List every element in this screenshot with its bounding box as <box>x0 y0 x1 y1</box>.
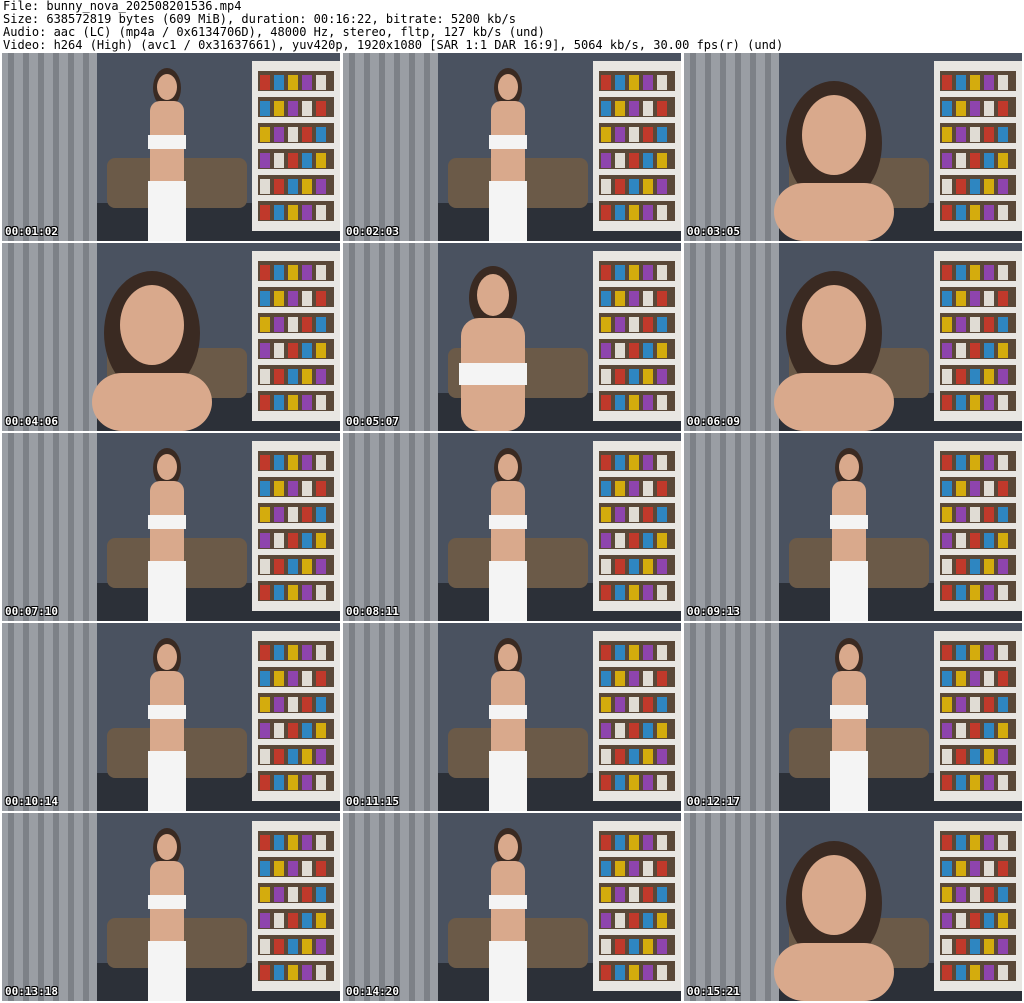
thumbnail-image <box>343 53 681 241</box>
thumbnail-timestamp: 00:13:18 <box>5 985 58 998</box>
thumbnail-image <box>343 243 681 431</box>
video-thumbnail: 00:04:06 <box>2 243 340 431</box>
thumbnail-timestamp: 00:07:10 <box>5 605 58 618</box>
thumbnail-timestamp: 00:08:11 <box>346 605 399 618</box>
thumbnail-image <box>2 53 340 241</box>
thumbnail-image <box>343 433 681 621</box>
video-thumbnail: 00:01:02 <box>2 53 340 241</box>
thumbnail-image <box>343 623 681 811</box>
thumbnail-image <box>2 623 340 811</box>
video-thumbnail: 00:08:11 <box>343 433 681 621</box>
video-thumbnail: 00:12:17 <box>684 623 1022 811</box>
video-thumbnail: 00:05:07 <box>343 243 681 431</box>
thumbnail-timestamp: 00:11:15 <box>346 795 399 808</box>
video-thumbnail: 00:03:05 <box>684 53 1022 241</box>
file-info-header: File: bunny_nova_202508201536.mp4 Size: … <box>3 0 1021 52</box>
video-info-line: Video: h264 (High) (avc1 / 0x31637661), … <box>3 38 784 52</box>
thumbnail-image <box>2 243 340 431</box>
thumbnail-timestamp: 00:06:09 <box>687 415 740 428</box>
thumbnail-timestamp: 00:02:03 <box>346 225 399 238</box>
video-thumbnail: 00:07:10 <box>2 433 340 621</box>
thumbnail-image <box>2 433 340 621</box>
thumbnail-image <box>684 433 1022 621</box>
thumbnail-grid: 00:01:02 00:02:03 00:03:05 00:04:06 00:05:07… <box>2 53 1022 1003</box>
thumbnail-image <box>343 813 681 1001</box>
video-thumbnail: 00:02:03 <box>343 53 681 241</box>
video-thumbnail: 00:11:15 <box>343 623 681 811</box>
video-thumbnail: 00:10:14 <box>2 623 340 811</box>
thumbnail-timestamp: 00:04:06 <box>5 415 58 428</box>
thumbnail-timestamp: 00:09:13 <box>687 605 740 618</box>
thumbnail-image <box>684 813 1022 1001</box>
thumbnail-image <box>684 53 1022 241</box>
thumbnail-timestamp: 00:03:05 <box>687 225 740 238</box>
thumbnail-timestamp: 00:14:20 <box>346 985 399 998</box>
thumbnail-timestamp: 00:15:21 <box>687 985 740 998</box>
thumbnail-timestamp: 00:05:07 <box>346 415 399 428</box>
video-thumbnail: 00:14:20 <box>343 813 681 1001</box>
video-thumbnail: 00:06:09 <box>684 243 1022 431</box>
thumbnail-image <box>684 243 1022 431</box>
video-thumbnail: 00:13:18 <box>2 813 340 1001</box>
thumbnail-timestamp: 00:10:14 <box>5 795 58 808</box>
thumbnail-image <box>684 623 1022 811</box>
video-thumbnail: 00:09:13 <box>684 433 1022 621</box>
video-thumbnail: 00:15:21 <box>684 813 1022 1001</box>
thumbnail-image <box>2 813 340 1001</box>
thumbnail-timestamp: 00:01:02 <box>5 225 58 238</box>
thumbnail-timestamp: 00:12:17 <box>687 795 740 808</box>
